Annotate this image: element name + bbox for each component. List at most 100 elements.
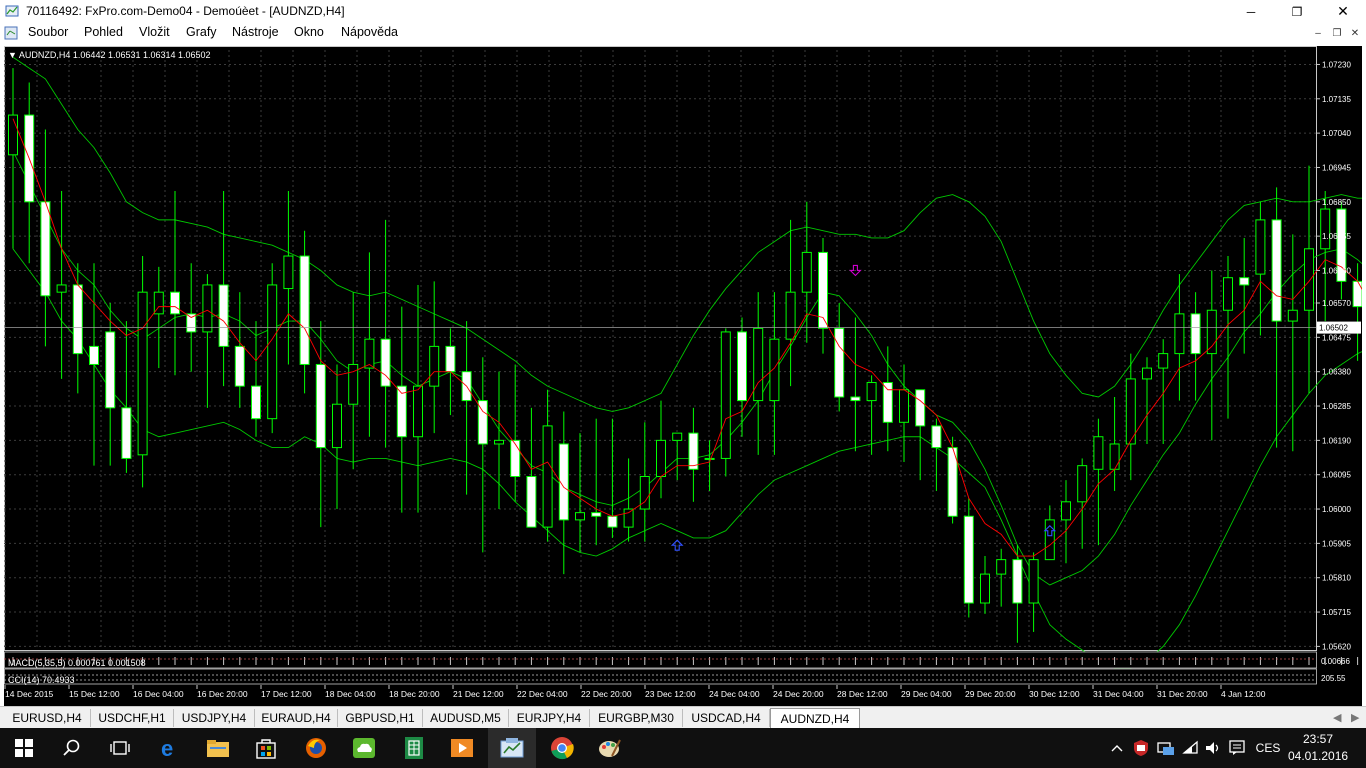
tab-eurjpy-h4[interactable]: EURJPY,H4 [509, 709, 590, 727]
candle-body [526, 476, 537, 528]
menu-soubor[interactable]: Soubor [28, 25, 68, 39]
file-explorer-icon[interactable] [194, 728, 242, 768]
candle-body [672, 432, 683, 441]
candle-body [607, 515, 618, 528]
tab-scroll-right-button[interactable]: ▶ [1351, 711, 1359, 724]
candle-body [1239, 277, 1250, 286]
candle-body [899, 389, 909, 423]
menu-okno[interactable]: Okno [294, 25, 324, 39]
price-tick-label: 1.06850 [1322, 198, 1351, 207]
price-axis: 1.07230 1.07135 1.07040 1.06945 1.06850 1.067… [1316, 60, 1351, 651]
security-icon[interactable] [1130, 728, 1152, 768]
candle-body [996, 559, 1007, 575]
tab-audnzd-h4[interactable]: AUDNZD,H4 [770, 708, 860, 729]
candlestick-series [8, 68, 1362, 643]
price-tick-label: 1.07230 [1322, 60, 1351, 69]
price-tick-label: 1.06570 [1322, 299, 1351, 308]
task-view-icon[interactable] [96, 728, 144, 768]
candle-body [89, 345, 99, 365]
tab-scroll-left-button[interactable]: ◀ [1333, 711, 1341, 724]
tab-eurgbp-m30[interactable]: EURGBP,M30 [590, 709, 683, 727]
store-icon[interactable] [242, 728, 290, 768]
tab-euraud-h4[interactable]: EURAUD,H4 [255, 709, 338, 727]
time-tick-label: 28 Dec 12:00 [837, 689, 888, 699]
candle-body [850, 396, 861, 402]
edge-icon[interactable]: e [146, 728, 194, 768]
chrome-icon[interactable] [538, 728, 586, 768]
candle-body [963, 515, 974, 604]
candle-body [1158, 353, 1169, 369]
time-tick-label: 16 Dec 20:00 [197, 689, 248, 699]
time-tick-label: 18 Dec 20:00 [389, 689, 440, 699]
candle-body [1190, 313, 1201, 355]
mdi-minimize-button[interactable]: – [1310, 26, 1326, 40]
wifi-icon[interactable] [1180, 728, 1202, 768]
candle-body [1304, 248, 1314, 311]
menu-grafy[interactable]: Grafy [186, 25, 217, 39]
candle-body [915, 389, 926, 427]
chart-grid [4, 46, 1317, 651]
chart-window-icon[interactable] [4, 26, 18, 40]
tab-gbpusd-h1[interactable]: GBPUSD,H1 [338, 709, 423, 727]
volume-icon[interactable] [1202, 728, 1224, 768]
network-adapter-icon[interactable] [1155, 728, 1177, 768]
candle-body [429, 345, 440, 387]
candle-body [882, 382, 893, 423]
price-chart[interactable]: 1.06502 1.07230 1.07135 1.07040 1.06945 1.06… [4, 46, 1362, 706]
language-indicator[interactable]: CES [1252, 728, 1284, 768]
mdi-close-button[interactable]: ✕ [1347, 26, 1363, 40]
time-axis: 14 Dec 2015 15 Dec 12:00 16 Dec 04:00 16 De… [4, 685, 1266, 699]
candle-body [332, 403, 342, 449]
candle-body [656, 439, 666, 478]
candle-body [688, 432, 699, 470]
current-price-label: 1.06502 [1319, 324, 1348, 333]
menu-pohled[interactable]: Pohled [84, 25, 123, 39]
candle-body [1093, 436, 1104, 470]
metatrader-icon[interactable] [488, 728, 536, 768]
close-button[interactable]: ✕ [1320, 0, 1366, 23]
time-tick-label: 31 Dec 04:00 [1093, 689, 1144, 699]
paint-icon[interactable] [586, 728, 634, 768]
candle-body [1206, 309, 1217, 355]
tab-usdcad-h4[interactable]: USDCAD,H4 [683, 709, 770, 727]
menu-napoveda[interactable]: Nápověda [341, 25, 398, 39]
candle-body [1109, 443, 1120, 470]
search-icon[interactable] [48, 728, 96, 768]
excel-icon[interactable] [390, 728, 438, 768]
tab-usdjpy-h4[interactable]: USDJPY,H4 [174, 709, 255, 727]
candle-body [413, 385, 423, 438]
candle-body [283, 255, 294, 290]
chart-window[interactable]: 1.06502 1.07230 1.07135 1.07040 1.06945 1.06… [4, 46, 1362, 706]
time-tick-label: 22 Dec 04:00 [517, 689, 568, 699]
tab-usdchf-h1[interactable]: USDCHF,H1 [91, 709, 174, 727]
tab-audusd-m5[interactable]: AUDUSD,M5 [423, 709, 509, 727]
cci-window [4, 668, 1317, 685]
cloud-app-icon[interactable] [340, 728, 388, 768]
app-logo-icon [5, 5, 19, 17]
candle-body [1255, 219, 1266, 275]
firefox-icon[interactable] [292, 728, 340, 768]
macd-label: MACD(5,35,5) 0.000761 0.001508 [8, 658, 146, 668]
price-tick-label: 1.05620 [1322, 642, 1351, 651]
system-clock[interactable]: 23:57 04.01.2016 [1288, 731, 1348, 765]
candle-body [834, 327, 845, 398]
action-center-icon[interactable] [1226, 728, 1248, 768]
restore-button[interactable]: ❐ [1274, 0, 1320, 23]
tab-eurusd-h4[interactable]: EURUSD,H4 [4, 709, 91, 727]
media-app-icon[interactable] [438, 728, 486, 768]
macd-scale: 0.00666 [1321, 657, 1350, 666]
menu-nastroje[interactable]: Nástroje [232, 25, 279, 39]
cci-label: CCI(14) 70.4933 [8, 675, 75, 685]
mdi-restore-button[interactable]: ❐ [1329, 26, 1345, 40]
candle-body [1125, 378, 1136, 445]
time-tick-label: 30 Dec 12:00 [1029, 689, 1080, 699]
minimize-button[interactable]: ─ [1228, 0, 1274, 23]
candle-body [1271, 219, 1282, 322]
tray-overflow-icon[interactable] [1108, 728, 1126, 768]
candle-body [704, 457, 715, 460]
candle-body [121, 407, 132, 459]
candle-body [267, 284, 278, 420]
candle-body [769, 338, 780, 402]
start-icon[interactable] [0, 728, 48, 768]
menu-vlozit[interactable]: Vložit [139, 25, 170, 39]
